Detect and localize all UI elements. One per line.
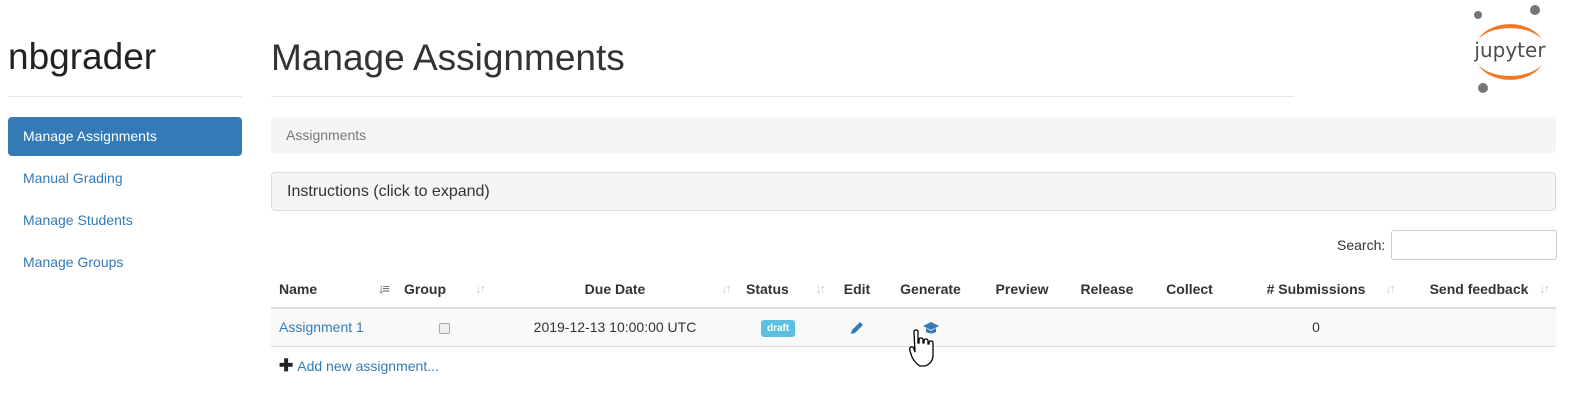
hand-cursor-icon [909,329,934,367]
send-feedback-cell [1402,308,1556,347]
sidebar-item-manage-groups[interactable]: Manage Groups [8,243,242,282]
sort-icon: ↓↑ [1385,281,1396,296]
col-group[interactable]: Group ↓↑ [396,270,492,309]
breadcrumb: Assignments [271,117,1556,153]
col-name[interactable]: Name ↓≡ [271,270,396,309]
sort-icon: ↓↑ [815,281,826,296]
sidebar-item-manage-assignments[interactable]: Manage Assignments [8,117,242,156]
assignment-name-link[interactable]: Assignment 1 [279,319,364,335]
sidebar-nav: Manage Assignments Manual Grading Manage… [8,117,242,285]
app-brand: nbgrader [8,36,157,77]
group-checkbox[interactable] [438,323,450,335]
table-header-row: Name ↓≡ Group ↓↑ Due Date ↓↑ Status ↓↑ Edit … [271,270,1556,309]
instructions-panel[interactable]: Instructions (click to expand) [271,172,1556,211]
pencil-icon[interactable] [849,320,865,336]
add-assignment-link[interactable]: ✚ Add new assignment... [279,356,439,376]
col-collect: Collect [1149,270,1230,309]
col-generate: Generate [882,270,979,309]
collect-cell [1149,308,1230,347]
search-input[interactable] [1391,230,1558,260]
col-edit: Edit [832,270,882,309]
sort-icon: ↓↑ [1539,281,1550,296]
sort-asc-icon: ↓≡ [377,281,390,296]
search-box: Search: [1337,230,1558,260]
col-release: Release [1065,270,1149,309]
status-badge: draft [761,319,796,337]
due-date-cell: 2019-12-13 10:00:00 UTC [492,308,738,347]
jupyter-logo: jupyter [1473,5,1546,93]
brand-divider [8,96,242,97]
col-status[interactable]: Status ↓↑ [738,270,832,309]
page-title: Manage Assignments [271,37,625,78]
title-divider [271,96,1294,97]
col-submissions[interactable]: # Submissions ↓↑ [1230,270,1402,309]
sort-icon: ↓↑ [475,281,486,296]
logo-text: jupyter [1473,38,1546,62]
col-send-feedback[interactable]: Send feedback ↓↑ [1402,270,1556,309]
add-assignment-label: Add new assignment... [297,358,439,374]
col-due-date[interactable]: Due Date ↓↑ [492,270,738,309]
sidebar-item-manage-students[interactable]: Manage Students [8,201,242,240]
submissions-count: 0 [1230,308,1402,347]
sort-icon: ↓↑ [721,281,732,296]
sidebar-item-manual-grading[interactable]: Manual Grading [8,159,242,198]
preview-cell [979,308,1065,347]
search-label: Search: [1337,237,1386,253]
release-cell [1065,308,1149,347]
plus-icon: ✚ [279,356,294,375]
col-preview: Preview [979,270,1065,309]
